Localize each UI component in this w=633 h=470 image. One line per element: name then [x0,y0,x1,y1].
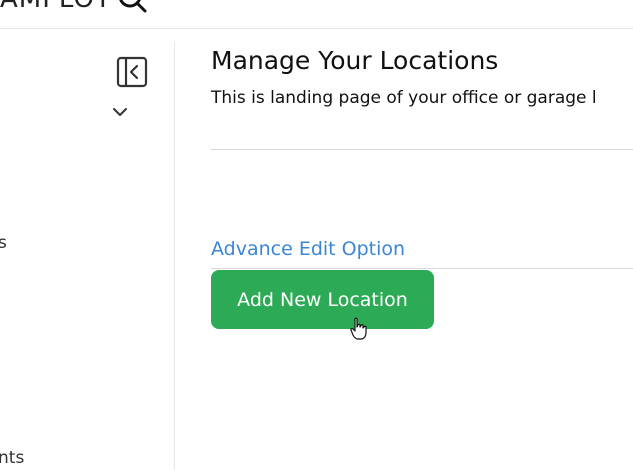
page-title: Manage Your Locations [211,46,499,75]
advance-edit-link[interactable]: Advance Edit Option [211,238,405,260]
page-subtitle: This is landing page of your office or g… [211,88,597,108]
search-icon[interactable] [118,0,148,14]
main-content: Manage Your Locations This is landing pa… [211,0,633,470]
sidebar-item-label[interactable]: s [0,233,7,253]
collapse-sidebar-icon[interactable] [116,56,148,88]
app-logo[interactable]: AMPLOT [0,0,112,14]
chevron-down-icon[interactable] [111,104,129,120]
add-new-location-button[interactable]: Add New Location [211,270,434,329]
sidebar-item-label[interactable]: nts [0,448,24,468]
sidebar: s nts [0,42,175,470]
divider [211,149,633,150]
hand-cursor-icon [350,317,367,340]
divider [211,268,633,269]
